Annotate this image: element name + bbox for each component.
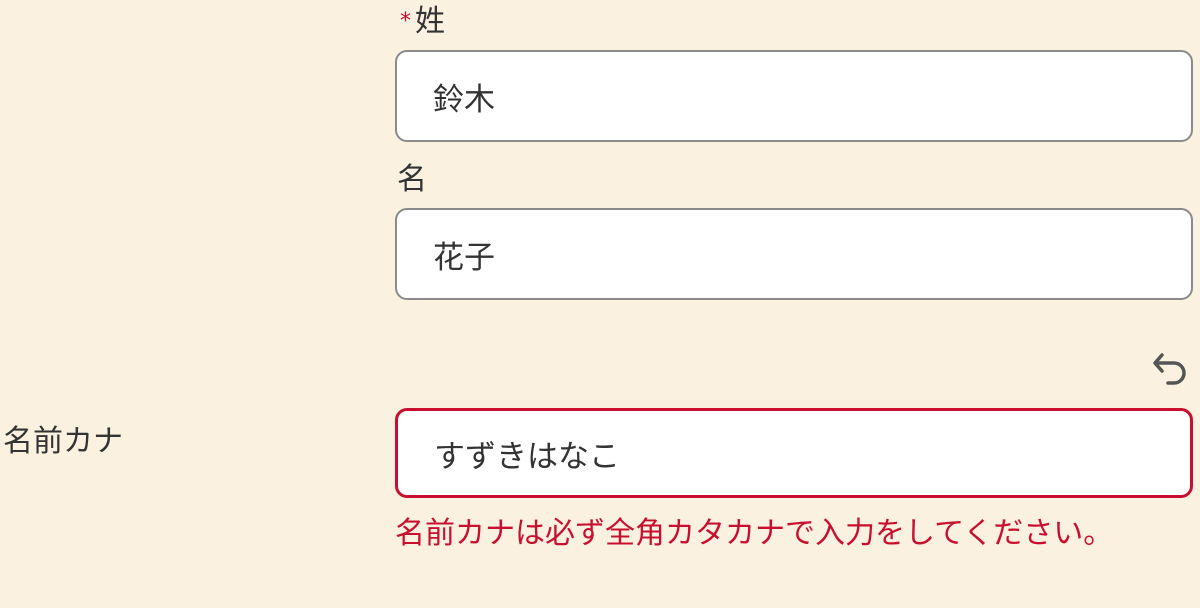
first-name-input[interactable] <box>395 208 1193 300</box>
kana-input[interactable] <box>395 408 1193 498</box>
first-name-label: 名 <box>397 162 427 197</box>
last-name-label: * 姓 <box>400 4 445 40</box>
last-name-label-text: 姓 <box>415 4 445 39</box>
last-name-input[interactable] <box>395 50 1193 142</box>
required-mark: * <box>400 9 411 34</box>
kana-row-label: 名前カナ <box>3 424 123 459</box>
kana-error-message: 名前カナは必ず全角カタカナで入力をしてください。 <box>395 516 1114 551</box>
undo-icon[interactable] <box>1150 345 1192 387</box>
